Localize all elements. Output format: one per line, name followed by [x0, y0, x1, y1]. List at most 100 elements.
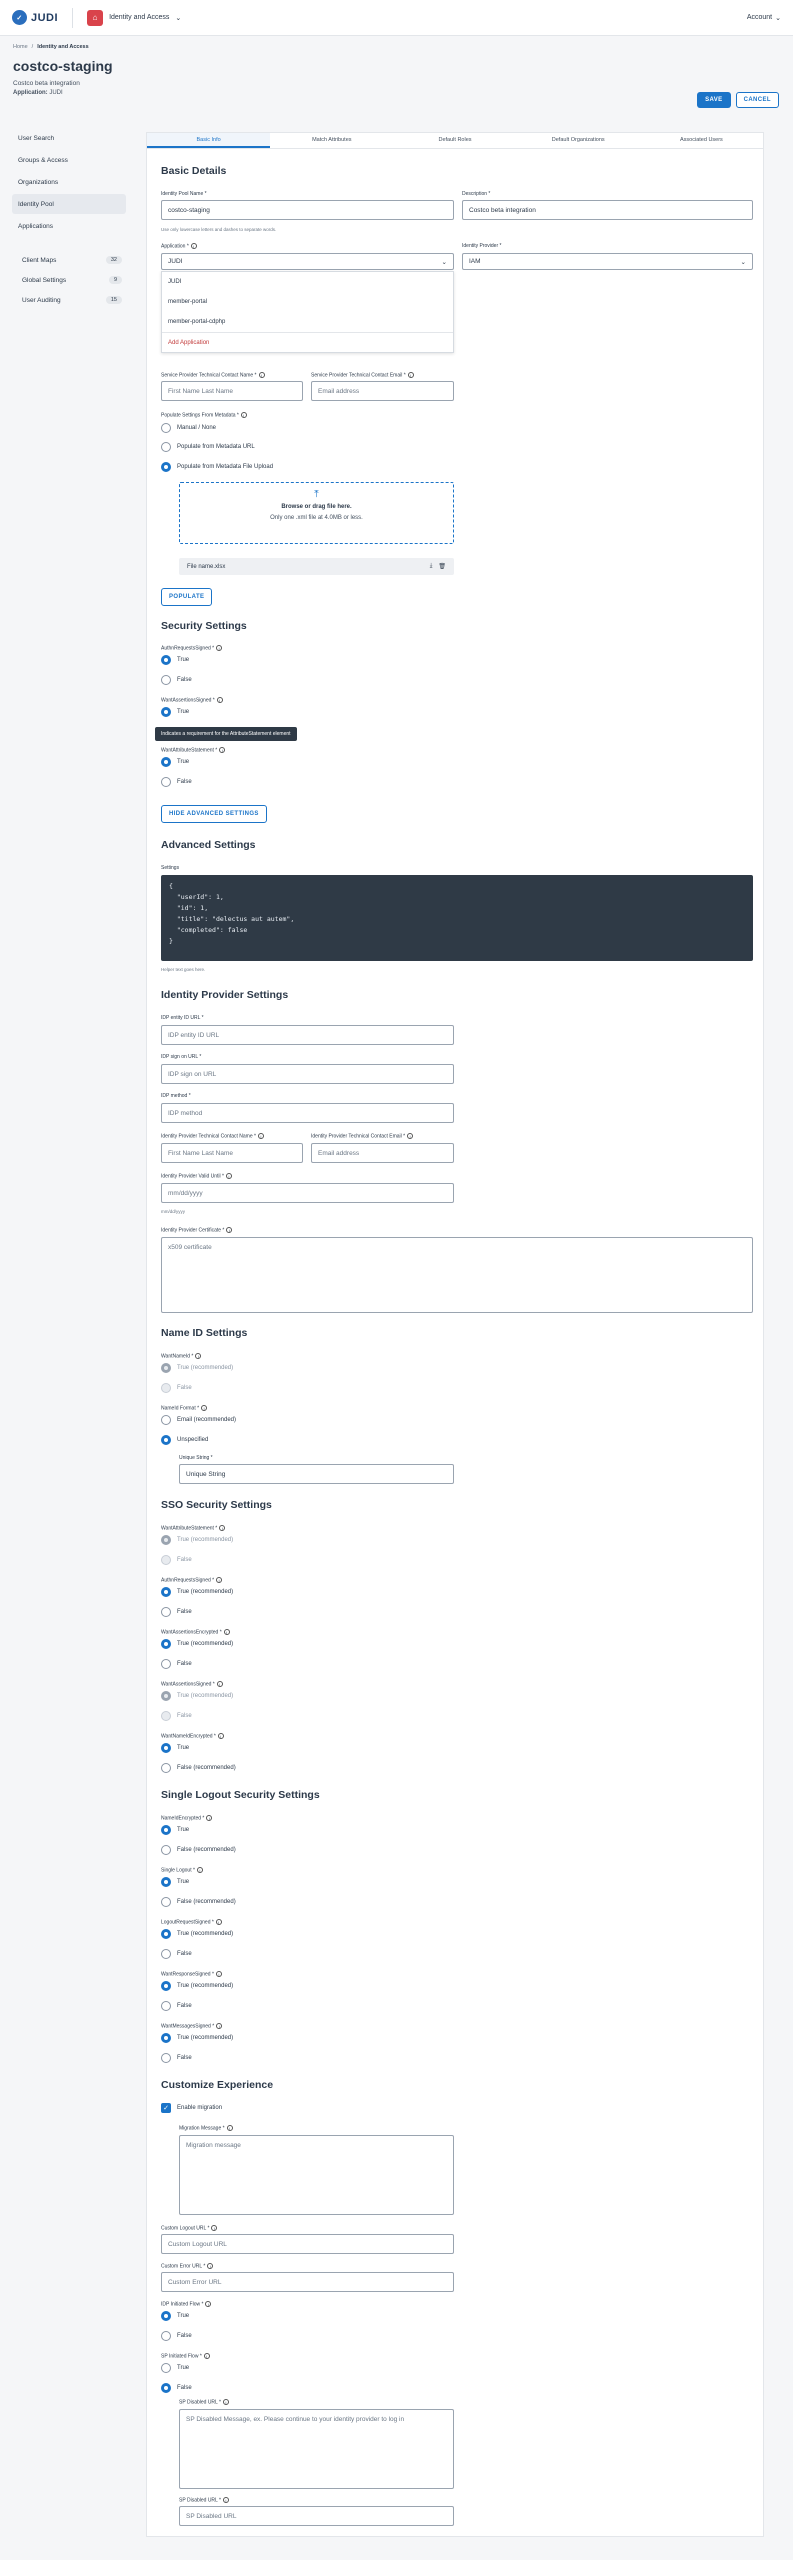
info-icon[interactable]: i — [219, 747, 226, 753]
radio-metadata-url[interactable]: Populate from Metadata URL — [161, 442, 255, 452]
idp-signon-input[interactable]: IDP sign on URL — [161, 1064, 454, 1084]
provider-select[interactable]: IAM ⌄ — [462, 253, 753, 270]
idp-method-input[interactable]: IDP method — [161, 1103, 454, 1123]
sidebar-item-user-auditing[interactable]: User Auditing 15 — [12, 290, 126, 310]
info-icon[interactable]: i — [206, 1815, 213, 1821]
file-upload-dropzone[interactable]: ⤒ Browse or drag file here. Only one .xm… — [179, 482, 454, 544]
sidebar-item-groups-access[interactable]: Groups & Access — [12, 150, 126, 170]
info-icon[interactable]: i — [196, 1867, 203, 1873]
sso-option-b[interactable]: False — [161, 1711, 192, 1721]
unique-string-input[interactable]: Unique String — [179, 1464, 454, 1484]
save-button[interactable]: SAVE — [697, 92, 731, 108]
sp-contact-name-input[interactable]: First Name Last Name — [161, 381, 303, 401]
slo-option-b[interactable]: False — [161, 2001, 192, 2011]
sso-option-b[interactable]: False — [161, 1555, 192, 1565]
slo-option-a[interactable]: True — [161, 1825, 189, 1835]
hide-advanced-button[interactable]: HIDE ADVANCED SETTINGS — [161, 805, 267, 823]
slo-option-a[interactable]: True (recommended) — [161, 1929, 233, 1939]
slo-option-b[interactable]: False — [161, 2053, 192, 2063]
info-icon[interactable]: i — [216, 645, 223, 651]
sidebar-item-applications[interactable]: Applications — [12, 216, 126, 236]
idp-flow-true[interactable]: True — [161, 2311, 189, 2321]
info-icon[interactable]: i — [226, 1173, 232, 1179]
populate-button[interactable]: POPULATE — [161, 588, 213, 606]
sso-option-b[interactable]: False — [161, 1607, 192, 1617]
cancel-button[interactable]: CANCEL — [735, 92, 779, 108]
idp-entity-input[interactable]: IDP entity ID URL — [161, 1025, 454, 1045]
radio-manual[interactable]: Manual / None — [161, 423, 216, 433]
info-icon[interactable]: i — [258, 372, 265, 378]
sp-contact-email-input[interactable]: Email address — [311, 381, 454, 401]
sp-flow-false[interactable]: False — [161, 2383, 192, 2393]
info-icon[interactable]: i — [240, 412, 247, 418]
info-icon[interactable]: i — [195, 1353, 202, 1359]
enable-migration-checkbox[interactable]: ✓ Enable migration — [161, 2103, 222, 2113]
sidebar-item-organizations[interactable]: Organizations — [12, 172, 126, 192]
application-select[interactable]: JUDI ⌄ — [161, 253, 454, 270]
tab-match-attributes[interactable]: Match Attributes — [270, 133, 393, 148]
info-icon[interactable]: i — [407, 372, 414, 378]
want-attribute-false[interactable]: False — [161, 777, 192, 787]
want-assertions-true[interactable]: True — [161, 707, 189, 717]
tab-basic-info[interactable]: Basic Info — [147, 133, 271, 148]
slo-option-b[interactable]: False (recommended) — [161, 1897, 236, 1907]
info-icon[interactable]: i — [216, 1577, 223, 1583]
idp-contact-email-input[interactable]: Email address — [311, 1143, 454, 1163]
info-icon[interactable]: i — [205, 2301, 212, 2307]
sidebar-item-global-settings[interactable]: Global Settings 9 — [12, 270, 126, 290]
nameid-format-email[interactable]: Email (recommended) — [161, 1415, 236, 1425]
slo-option-a[interactable]: True (recommended) — [161, 1981, 233, 1991]
migration-message-textarea[interactable]: Migration message — [179, 2135, 454, 2215]
info-icon[interactable]: i — [216, 697, 223, 703]
download-icon[interactable]: ⤓ — [430, 563, 433, 570]
info-icon[interactable]: i — [223, 1629, 230, 1635]
sso-option-a[interactable]: True — [161, 1743, 189, 1753]
pool-name-input[interactable]: costco-staging — [161, 200, 454, 220]
info-icon[interactable]: i — [219, 1525, 226, 1531]
tab-default-roles[interactable]: Default Roles — [393, 133, 516, 148]
info-icon[interactable]: i — [407, 1133, 414, 1139]
want-nameid-false[interactable]: False — [161, 1383, 192, 1393]
description-input[interactable]: Costco beta integration — [462, 200, 753, 220]
slo-option-b[interactable]: False — [161, 1949, 192, 1959]
want-nameid-true[interactable]: True (recommended) — [161, 1363, 233, 1373]
info-icon[interactable]: i — [226, 2125, 233, 2131]
custom-logout-input[interactable]: Custom Logout URL — [161, 2234, 454, 2254]
sp-disabled-message-textarea[interactable]: SP Disabled Message, ex. Please continue… — [179, 2409, 454, 2489]
info-icon[interactable]: i — [216, 2023, 223, 2029]
sso-option-b[interactable]: False (recommended) — [161, 1763, 236, 1773]
dropdown-option[interactable]: JUDI — [162, 272, 453, 292]
info-icon[interactable]: i — [217, 1733, 224, 1739]
trash-icon[interactable]: 🗑 — [438, 563, 446, 570]
custom-error-input[interactable]: Custom Error URL — [161, 2272, 454, 2292]
sso-option-b[interactable]: False — [161, 1659, 192, 1669]
dropdown-option[interactable]: member-portal — [162, 292, 453, 312]
info-icon[interactable]: i — [222, 2399, 229, 2405]
dropdown-option[interactable]: member-portal-cdphp — [162, 312, 453, 332]
settings-code-editor[interactable]: { "userId": 1, "id": 1, "title": "delect… — [161, 875, 753, 961]
info-icon[interactable]: i — [226, 1227, 233, 1233]
idp-flow-false[interactable]: False — [161, 2331, 192, 2341]
sso-option-a[interactable]: True (recommended) — [161, 1587, 233, 1597]
slo-option-a[interactable]: True (recommended) — [161, 2033, 233, 2043]
slo-option-b[interactable]: False (recommended) — [161, 1845, 236, 1855]
nameid-format-unspecified[interactable]: Unspecified — [161, 1435, 208, 1445]
sidebar-item-client-maps[interactable]: Client Maps 32 — [12, 250, 126, 270]
info-icon[interactable]: i — [215, 1971, 222, 1977]
info-icon[interactable]: i — [203, 2353, 210, 2359]
sso-option-a[interactable]: True (recommended) — [161, 1639, 233, 1649]
app-switcher[interactable]: ⌂ Identity and Access ⌄ — [87, 9, 181, 26]
idp-certificate-textarea[interactable]: x509 certificate — [161, 1237, 753, 1313]
add-application-option[interactable]: Add Application — [162, 332, 453, 352]
info-icon[interactable]: i — [222, 2497, 229, 2503]
tab-default-organizations[interactable]: Default Organizations — [517, 133, 640, 148]
tab-associated-users[interactable]: Associated Users — [640, 133, 763, 148]
sso-option-a[interactable]: True (recommended) — [161, 1535, 233, 1545]
sidebar-item-user-search[interactable]: User Search — [12, 128, 126, 148]
idp-contact-name-input[interactable]: First Name Last Name — [161, 1143, 303, 1163]
info-icon[interactable]: i — [216, 1681, 223, 1687]
sso-option-a[interactable]: True (recommended) — [161, 1691, 233, 1701]
sp-disabled-url-input[interactable]: SP Disabled URL — [179, 2506, 454, 2526]
info-icon[interactable]: i — [207, 2263, 214, 2269]
radio-metadata-upload[interactable]: Populate from Metadata File Upload — [161, 462, 273, 472]
